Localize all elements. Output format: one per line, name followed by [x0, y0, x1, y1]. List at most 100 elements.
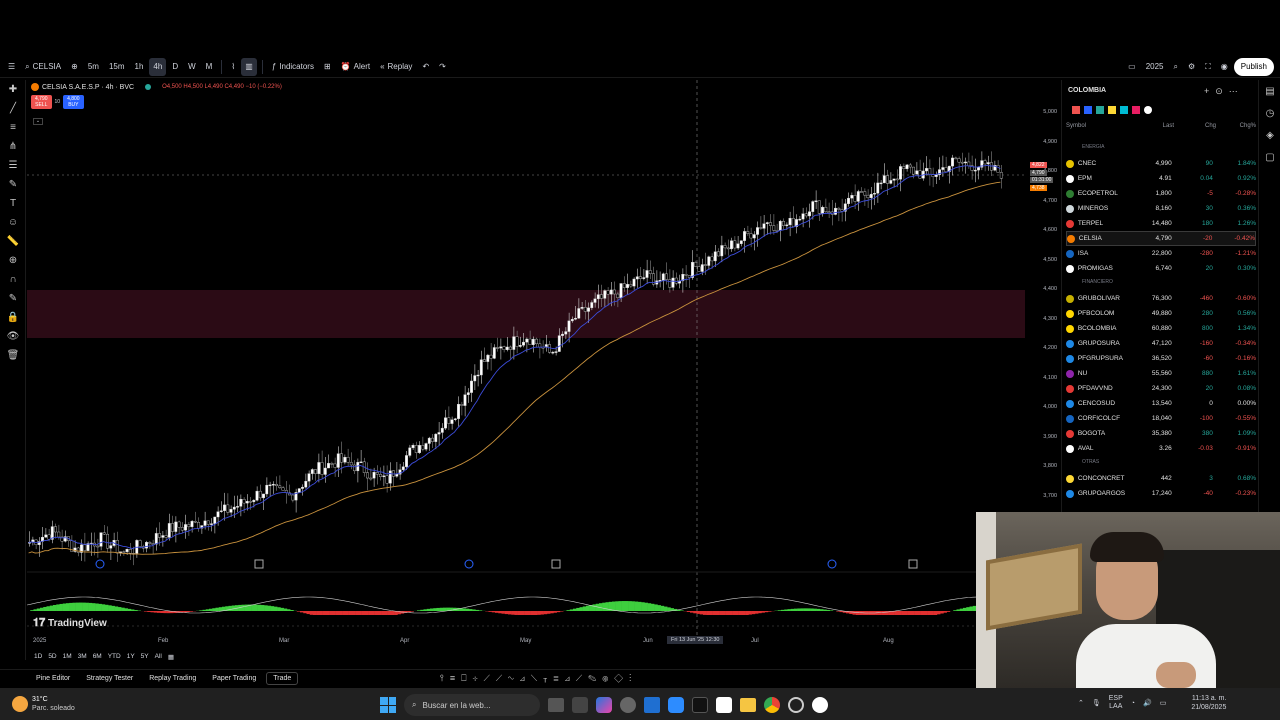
- interval-m[interactable]: M: [202, 58, 217, 76]
- watchlist-section[interactable]: OTRAS: [1082, 459, 1099, 465]
- zoom-icon[interactable]: ⊕: [0, 251, 26, 270]
- tab-trade[interactable]: Trade: [266, 672, 299, 685]
- watchlist-row[interactable]: PROMIGAS 6,740 20 0.30%: [1066, 261, 1256, 276]
- sell-button[interactable]: 4,790 SELL: [31, 95, 52, 109]
- watchlist-row[interactable]: PFDAVVND 24,300 20 0.08%: [1066, 381, 1256, 396]
- watchlist-row[interactable]: GRUPOARGOS 17,240 -40 -0.23%: [1066, 486, 1256, 501]
- range-5y[interactable]: 5Y: [141, 653, 149, 660]
- watchlist-icon[interactable]: ▤: [1259, 80, 1280, 102]
- mic-icon[interactable]: 🎙: [1092, 699, 1101, 707]
- range-5d[interactable]: 5D: [48, 653, 56, 660]
- volume-icon[interactable]: 🔊: [1143, 699, 1152, 707]
- header-chg[interactable]: Chg: [1174, 123, 1216, 129]
- interval-w[interactable]: W: [184, 58, 200, 76]
- wifi-icon[interactable]: ◔: [1131, 700, 1135, 707]
- horizontal-lines-icon[interactable]: ≡: [0, 118, 26, 137]
- watchlist-row[interactable]: CONCONCRET 442 3 0.68%: [1066, 471, 1256, 486]
- lock-icon[interactable]: 🔒: [0, 308, 26, 327]
- tab-pine-editor[interactable]: Pine Editor: [30, 673, 76, 684]
- undo-icon[interactable]: ↶: [418, 58, 433, 76]
- fib-icon[interactable]: ☰: [0, 156, 26, 175]
- redo-icon[interactable]: ↷: [435, 58, 450, 76]
- watchlist-row[interactable]: TERPEL 14,480 180 1.26%: [1066, 216, 1256, 231]
- watchlist-row[interactable]: ECOPETROL 1,800 -5 -0.28%: [1066, 186, 1256, 201]
- watchlist-row[interactable]: NU 55,560 880 1.61%: [1066, 366, 1256, 381]
- watchlist-row[interactable]: ISA 22,800 -280 -1.21%: [1066, 246, 1256, 261]
- watchlist-row[interactable]: AVAL 3.26 -0.03 -0.91%: [1066, 441, 1256, 456]
- watchlist-section[interactable]: FINANCIERO: [1082, 279, 1113, 285]
- earnings-marker[interactable]: [908, 559, 918, 569]
- price-chart[interactable]: CELSIA S.A.E.S.P · 4h · BVC O4,500 H4,50…: [26, 80, 1030, 635]
- watchlist-actions[interactable]: +⊙⋯: [1204, 86, 1244, 97]
- alert-button[interactable]: ⏰ Alert: [337, 58, 374, 76]
- buy-button[interactable]: 4,800 BUY: [63, 95, 84, 109]
- watchlist-row[interactable]: CNEC 4,990 90 1.84%: [1066, 156, 1256, 171]
- magnet-icon[interactable]: ∩: [0, 270, 26, 289]
- taskbar-search[interactable]: ⌕ Buscar en la web...: [404, 694, 540, 716]
- calculator-icon[interactable]: [572, 697, 588, 713]
- watchlist-row[interactable]: BOGOTA 35,380 380 1.09%: [1066, 426, 1256, 441]
- earnings-marker[interactable]: [254, 559, 264, 569]
- tab-replay-trading[interactable]: Replay Trading: [143, 673, 202, 684]
- trash-icon[interactable]: 🗑: [0, 346, 26, 365]
- replay-button[interactable]: «Replay: [376, 58, 416, 76]
- year-label[interactable]: 2025: [1142, 58, 1168, 76]
- clock[interactable]: 11:13 a. m. 21/08/2025: [1174, 694, 1226, 712]
- settings-icon[interactable]: [620, 697, 636, 713]
- header-chgp[interactable]: Chg%: [1216, 123, 1256, 129]
- task-view-icon[interactable]: [548, 698, 564, 712]
- flag-red-icon[interactable]: [1072, 106, 1080, 114]
- header-symbol[interactable]: Symbol: [1066, 123, 1132, 129]
- header-last[interactable]: Last: [1132, 123, 1174, 129]
- symbol-search[interactable]: ⌕ CELSIA: [21, 58, 65, 76]
- earnings-marker[interactable]: [551, 559, 561, 569]
- grid-app-icon[interactable]: [644, 697, 660, 713]
- interval-15m[interactable]: 15m: [105, 58, 129, 76]
- watchlist-row[interactable]: PFGRUPSURA 36,520 -60 -0.16%: [1066, 351, 1256, 366]
- indicators-button[interactable]: ƒ Indicators: [268, 58, 318, 76]
- date-range-icon[interactable]: ▦: [168, 653, 174, 661]
- chrome-icon[interactable]: [764, 697, 780, 713]
- trendline-icon[interactable]: ╱: [0, 99, 26, 118]
- interval-d[interactable]: D: [168, 58, 182, 76]
- zoom-app-icon[interactable]: [668, 697, 684, 713]
- watchlist-row[interactable]: GRUPOSURA 47,120 -160 -0.34%: [1066, 336, 1256, 351]
- watchlist-row[interactable]: CORFICOLCF 18,040 -100 -0.55%: [1066, 411, 1256, 426]
- notion-app-icon[interactable]: [716, 697, 732, 713]
- collapse-legend-icon[interactable]: ⌄: [33, 118, 43, 125]
- alerts-clock-icon[interactable]: ◷: [1259, 102, 1280, 124]
- cursor-icon[interactable]: ✚: [0, 80, 26, 99]
- watchlist-section[interactable]: ENERGIA: [1082, 144, 1105, 150]
- copilot-icon[interactable]: [596, 697, 612, 713]
- interval-1h[interactable]: 1h: [131, 58, 148, 76]
- watchlist-row[interactable]: EPM 4.91 0.04 0.92%: [1066, 171, 1256, 186]
- brush-icon[interactable]: ✎: [0, 175, 26, 194]
- lock-drawing-icon[interactable]: ✎: [0, 289, 26, 308]
- chart-canvas[interactable]: [26, 80, 1030, 635]
- chevron-up-icon[interactable]: ⌃: [1078, 699, 1084, 707]
- range-1d[interactable]: 1D: [34, 653, 42, 660]
- watchlist-title[interactable]: COLOMBIA: [1068, 87, 1106, 94]
- watchlist-row[interactable]: MINEROS 8,160 30 0.36%: [1066, 201, 1256, 216]
- tab-strategy-tester[interactable]: Strategy Tester: [80, 673, 139, 684]
- tradingview-app-icon[interactable]: [692, 697, 708, 713]
- watchlist-row[interactable]: CENCOSUD 13,540 0 0.00%: [1066, 396, 1256, 411]
- interval-5m[interactable]: 5m: [84, 58, 103, 76]
- app-icon[interactable]: [788, 697, 804, 713]
- settings-icon[interactable]: ⚙: [1184, 58, 1199, 76]
- pattern-icon[interactable]: ☺: [0, 213, 26, 232]
- range-1m[interactable]: 1M: [63, 653, 72, 660]
- dividend-marker[interactable]: [464, 559, 474, 569]
- data-window-icon[interactable]: ◈: [1259, 124, 1280, 146]
- obs-icon[interactable]: [812, 697, 828, 713]
- range-6m[interactable]: 6M: [93, 653, 102, 660]
- pitchfork-icon[interactable]: ⋔: [0, 137, 26, 156]
- range-ytd[interactable]: YTD: [108, 653, 121, 660]
- dividend-marker[interactable]: [95, 559, 105, 569]
- watchlist-row[interactable]: GRUBOLIVAR 76,300 -460 -0.60%: [1066, 291, 1256, 306]
- tab-paper-trading[interactable]: Paper Trading: [206, 673, 262, 684]
- folder-icon[interactable]: [740, 698, 756, 712]
- language-indicator[interactable]: ESP LAA: [1109, 695, 1123, 711]
- floating-drawing-toolbar[interactable]: ⫯≡⎕⊹⟋⟋∿⊿⟍⊺≣⊿⟋✎⊛◇⋮: [440, 673, 637, 684]
- chat-icon[interactable]: ▢: [1259, 146, 1280, 168]
